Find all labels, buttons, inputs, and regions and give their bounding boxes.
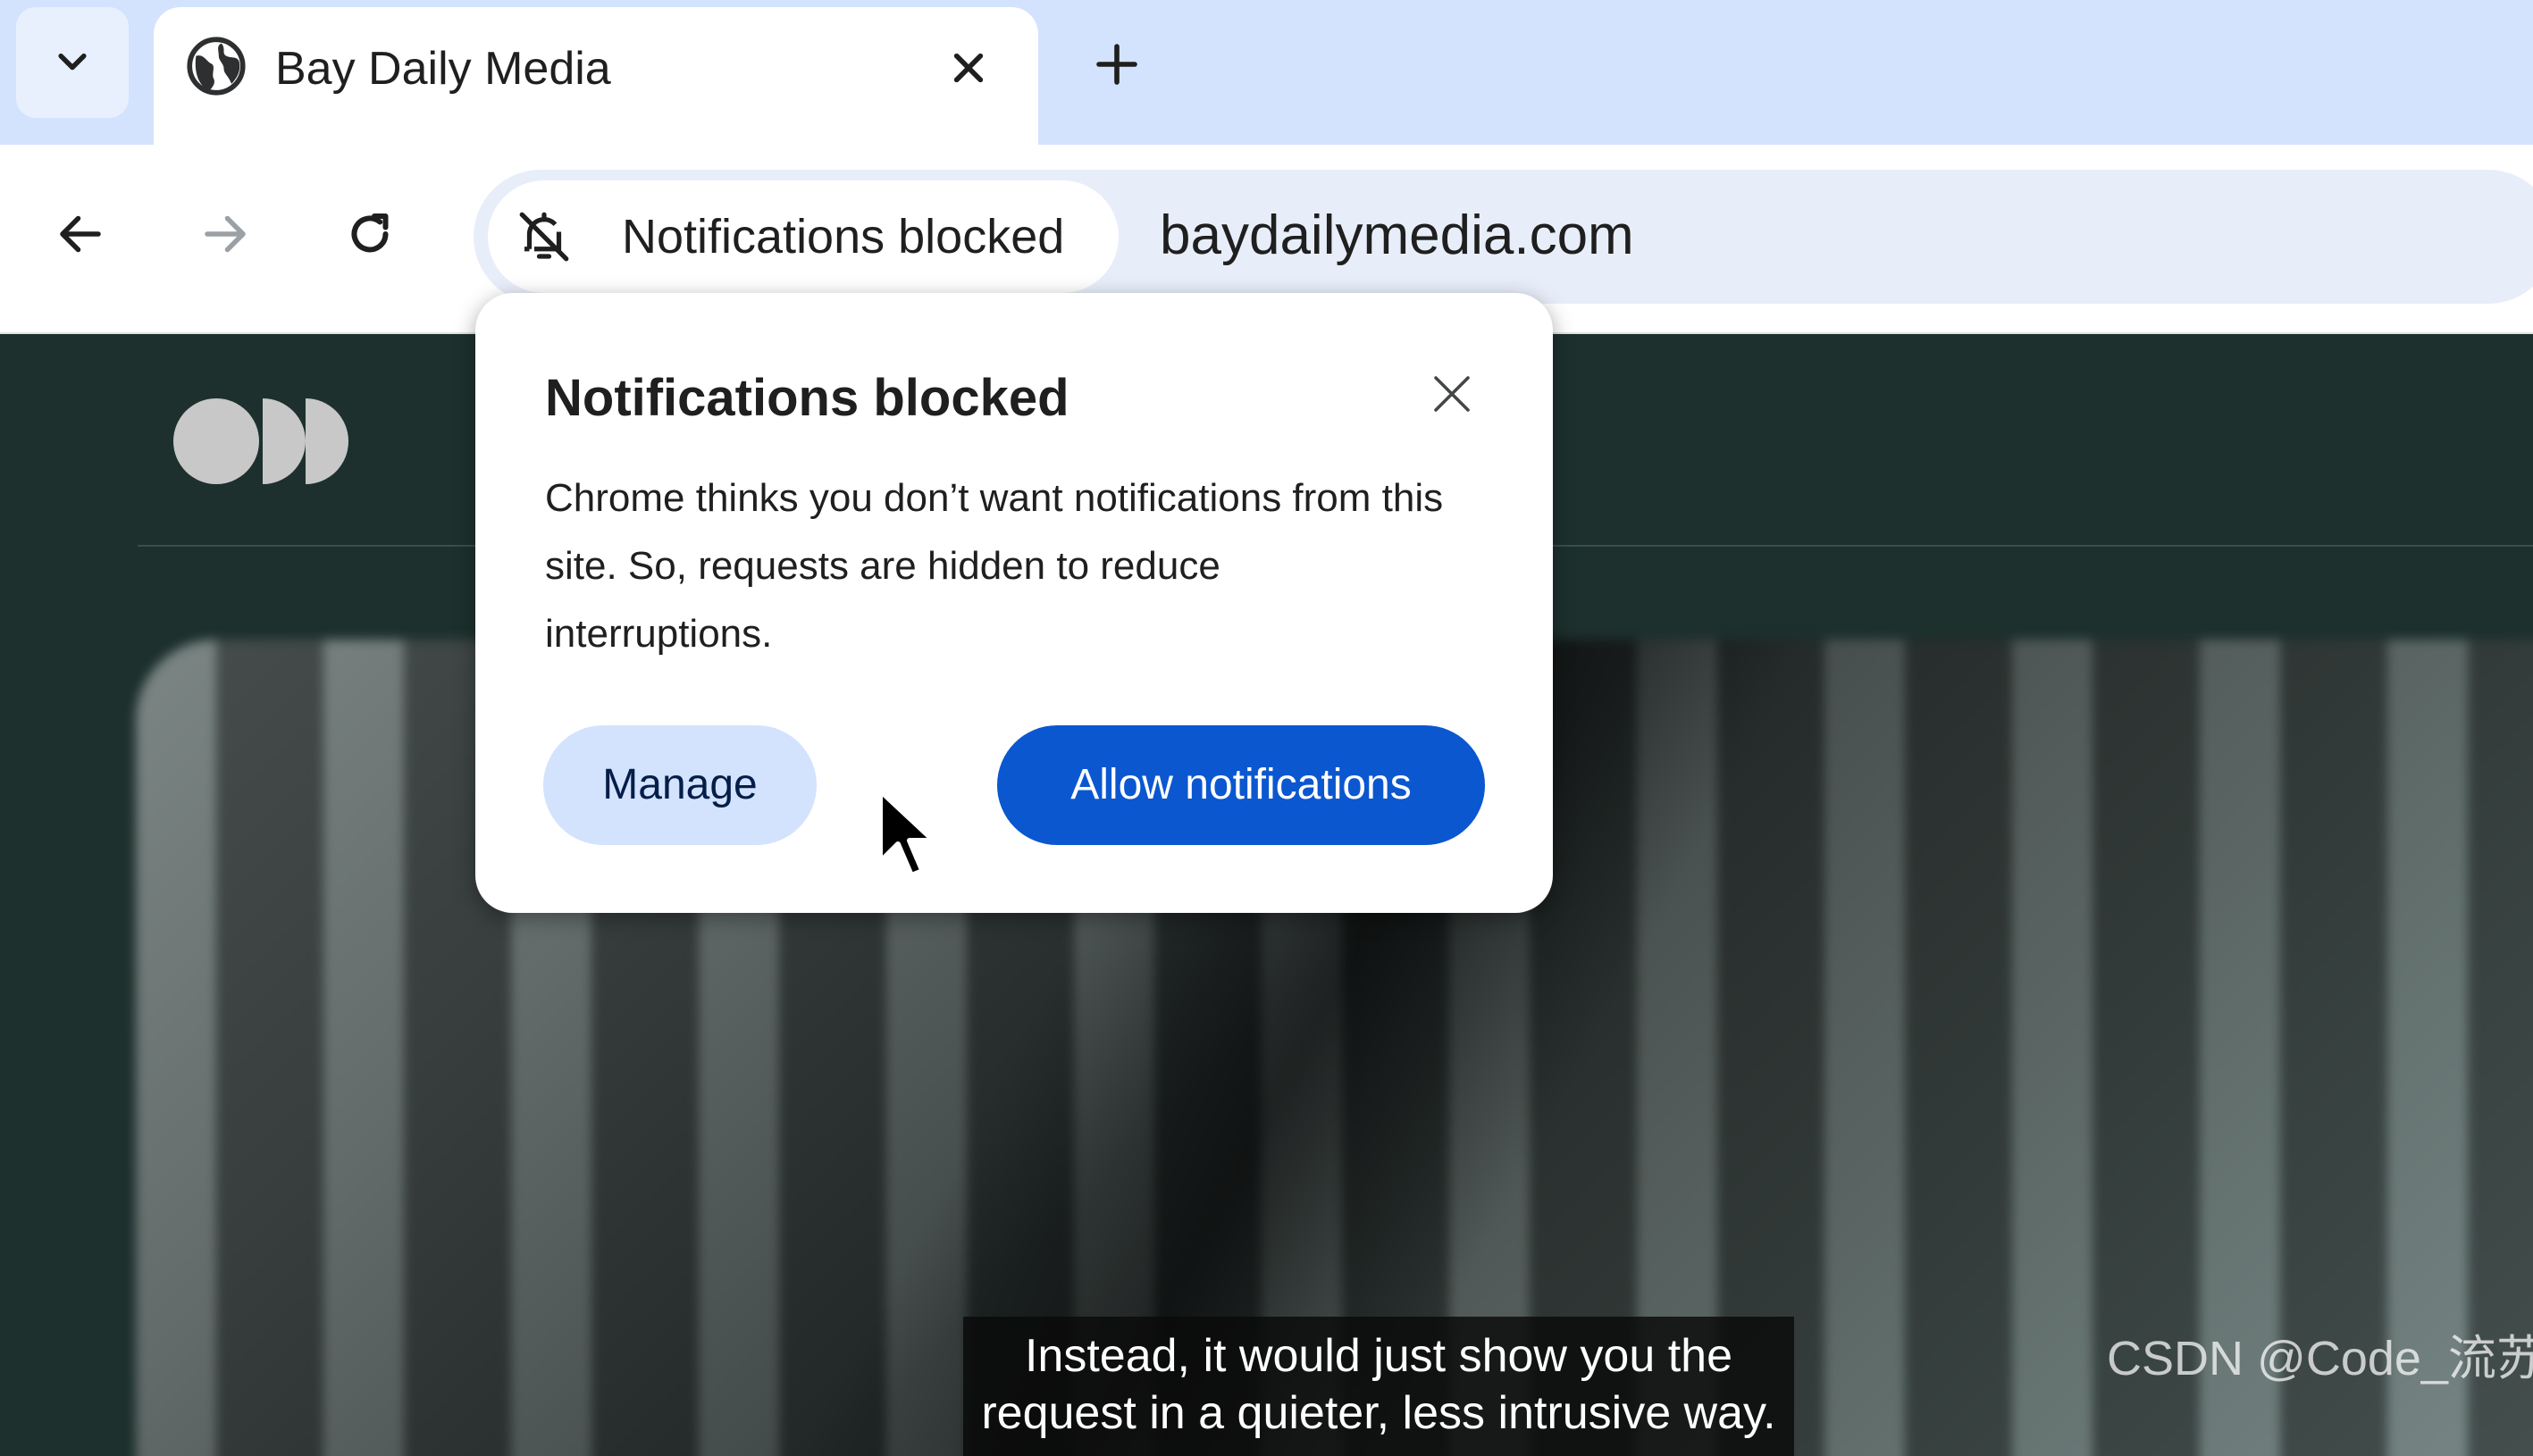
site-logo-icon <box>173 398 348 484</box>
arrow-right-icon <box>205 215 246 253</box>
popup-title: Notifications blocked <box>545 369 1069 427</box>
tab-search-button[interactable] <box>16 7 129 118</box>
caption-line-1: Instead, it would just show you the <box>1024 1330 1732 1382</box>
notifications-blocked-chip[interactable]: Notifications blocked <box>488 180 1119 293</box>
tab-strip: Bay Daily Media <box>0 0 2533 159</box>
url-text[interactable]: baydailymedia.com <box>1160 202 1634 270</box>
caption-line-2: request in a quieter, less intrusive way… <box>981 1387 1776 1439</box>
globe-icon <box>187 37 246 96</box>
plus-icon <box>1096 44 1137 85</box>
active-tab[interactable]: Bay Daily Media <box>154 7 1038 159</box>
close-icon <box>953 53 984 83</box>
tab-close-button[interactable] <box>940 39 997 96</box>
popup-body: Chrome thinks you don’t want notificatio… <box>545 476 1444 656</box>
popup-close-button[interactable] <box>1422 364 1481 423</box>
tab-title: Bay Daily Media <box>275 43 611 95</box>
back-button[interactable] <box>45 198 116 270</box>
arrow-left-icon <box>60 215 101 253</box>
forward-button[interactable] <box>189 198 261 270</box>
chip-label: Notifications blocked <box>622 210 1065 264</box>
mouse-cursor-icon <box>877 788 936 878</box>
omnibox[interactable]: Notifications blocked baydailymedia.com <box>474 170 2533 304</box>
new-tab-button[interactable] <box>1086 34 1147 95</box>
chevron-down-icon <box>58 53 87 71</box>
close-icon <box>1434 376 1470 412</box>
bell-off-icon <box>519 212 569 262</box>
video-caption: Instead, it would just show you the requ… <box>963 1317 1794 1456</box>
notifications-blocked-popup: Notifications blocked Chrome thinks you … <box>475 293 1553 913</box>
allow-notifications-button[interactable]: Allow notifications <box>997 725 1485 845</box>
watermark: CSDN @Code_流苏 <box>2107 1332 2533 1385</box>
reload-button[interactable] <box>334 198 406 270</box>
reload-icon <box>351 213 389 253</box>
manage-button[interactable]: Manage <box>543 725 817 845</box>
